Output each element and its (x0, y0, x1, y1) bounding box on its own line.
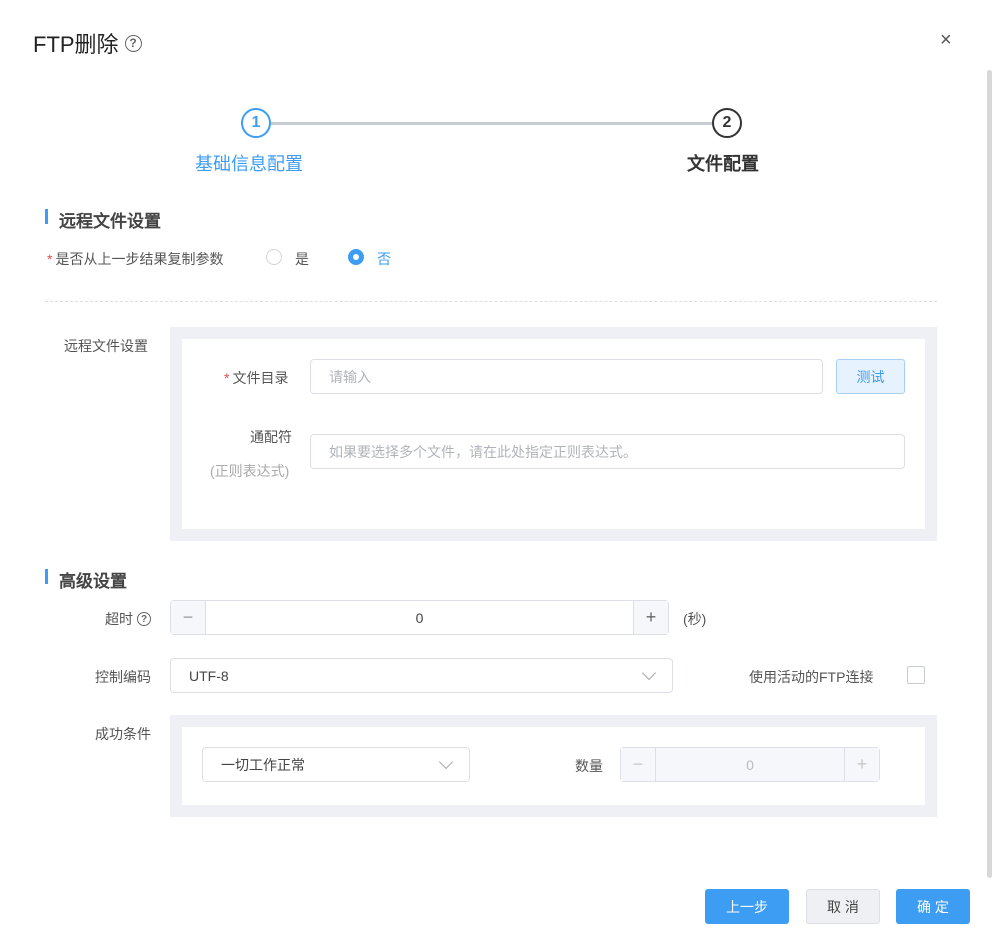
remote-group-label: 远程文件设置 (64, 338, 148, 354)
condition-value: 一切工作正常 (221, 756, 305, 773)
section-marker (45, 209, 48, 224)
help-icon[interactable]: ? (124, 34, 142, 52)
step-1-indicator: 1 (241, 108, 271, 138)
success-label: 成功条件 (95, 726, 151, 742)
section-title-advanced: 高级设置 (59, 572, 127, 591)
prev-step-button[interactable]: 上一步 (705, 889, 789, 924)
file-dir-input[interactable]: 请输入 (310, 359, 823, 394)
encoding-label: 控制编码 (95, 669, 151, 685)
cancel-button[interactable]: 取 消 (806, 889, 880, 924)
copy-params-label: * 是否从上一步结果复制参数 (47, 249, 223, 269)
wildcard-label: 通配符 (250, 429, 292, 445)
radio-yes[interactable] (266, 249, 282, 265)
wildcard-placeholder: 如果要选择多个文件，请在此处指定正则表达式。 (329, 443, 637, 460)
step-2-label: 文件配置 (687, 154, 759, 174)
radio-no[interactable] (348, 249, 364, 265)
help-icon[interactable]: ? (137, 612, 151, 626)
confirm-button[interactable]: 确 定 (896, 889, 970, 924)
step-connector (270, 122, 712, 125)
required-mark: * (224, 370, 230, 386)
file-dir-label-text: 文件目录 (232, 370, 289, 386)
timeout-label: 超时 ? (105, 609, 151, 629)
decrement-button: − (621, 748, 656, 781)
dialog-title-text: FTP删除 (33, 32, 119, 57)
active-ftp-checkbox[interactable] (907, 666, 925, 684)
decrement-button[interactable]: − (171, 601, 206, 634)
radio-no-label[interactable]: 否 (377, 249, 391, 269)
step-2-indicator: 2 (712, 108, 742, 138)
dialog-title: FTP删除 ? (33, 27, 142, 59)
count-value: 0 (746, 756, 754, 773)
timeout-label-text: 超时 (105, 611, 133, 627)
chevron-down-icon (641, 665, 657, 680)
section-marker (45, 569, 48, 584)
encoding-select[interactable]: UTF-8 (170, 658, 673, 693)
required-mark: * (47, 251, 53, 267)
radio-yes-label[interactable]: 是 (295, 249, 309, 269)
timeout-value[interactable]: 0 (206, 601, 633, 634)
copy-params-label-text: 是否从上一步结果复制参数 (55, 251, 224, 267)
chevron-down-icon (438, 754, 454, 769)
active-ftp-label: 使用活动的FTP连接 (749, 669, 874, 685)
timeout-unit: (秒) (683, 611, 707, 627)
wildcard-input[interactable]: 如果要选择多个文件，请在此处指定正则表达式。 (310, 434, 905, 469)
increment-button[interactable]: + (633, 601, 668, 634)
encoding-value: UTF-8 (189, 667, 229, 684)
file-dir-label: * 文件目录 (224, 368, 288, 388)
condition-select[interactable]: 一切工作正常 (202, 747, 470, 782)
file-dir-placeholder: 请输入 (329, 368, 371, 385)
scrollbar[interactable] (987, 70, 992, 878)
increment-button: + (844, 748, 879, 781)
count-label: 数量 (575, 758, 603, 774)
divider (45, 301, 937, 302)
close-icon[interactable]: × (940, 29, 952, 52)
section-title-remote: 远程文件设置 (59, 212, 161, 231)
test-button[interactable]: 测试 (836, 359, 905, 394)
timeout-stepper[interactable]: − 0 + (170, 600, 669, 635)
wildcard-sublabel: (正则表达式) (210, 463, 290, 479)
count-stepper: − 0 + (620, 747, 880, 782)
step-1-label: 基础信息配置 (195, 154, 303, 174)
